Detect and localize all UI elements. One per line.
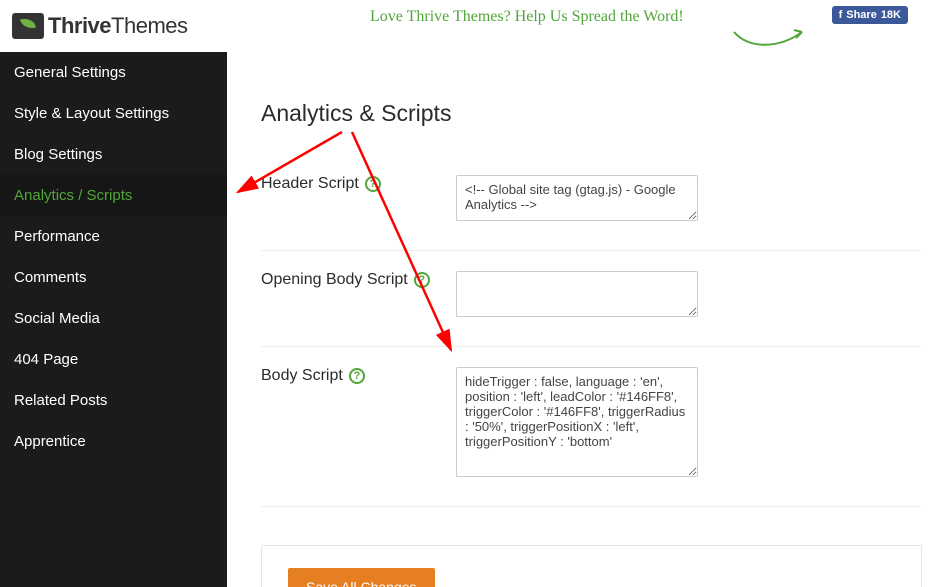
sidebar-item-style-layout[interactable]: Style & Layout Settings: [0, 93, 227, 134]
save-all-changes-button[interactable]: Save All Changes: [288, 568, 435, 587]
tagline-text: Love Thrive Themes? Help Us Spread the W…: [370, 8, 684, 26]
sidebar-item-related-posts[interactable]: Related Posts: [0, 380, 227, 421]
site-header: ThriveThemes Love Thrive Themes? Help Us…: [0, 0, 938, 52]
field-row-header-script: Header Script ?: [261, 155, 922, 251]
header-script-label: Header Script: [261, 175, 359, 193]
field-row-body-script: Body Script ?: [261, 347, 922, 507]
save-panel: Save All Changes: [261, 545, 922, 587]
header-script-textarea[interactable]: [456, 175, 698, 221]
sidebar-item-404-page[interactable]: 404 Page: [0, 339, 227, 380]
sidebar-item-performance[interactable]: Performance: [0, 216, 227, 257]
facebook-icon: f: [839, 9, 843, 21]
opening-body-script-textarea[interactable]: [456, 271, 698, 317]
sidebar-item-social-media[interactable]: Social Media: [0, 298, 227, 339]
sidebar-item-apprentice[interactable]: Apprentice: [0, 421, 227, 462]
help-icon[interactable]: ?: [365, 176, 381, 192]
share-label: Share: [846, 9, 877, 21]
sidebar-item-general-settings[interactable]: General Settings: [0, 52, 227, 93]
opening-body-script-label: Opening Body Script: [261, 271, 408, 289]
body-script-label: Body Script: [261, 367, 343, 385]
facebook-share-button[interactable]: f Share 18K: [832, 6, 908, 24]
sidebar-item-blog-settings[interactable]: Blog Settings: [0, 134, 227, 175]
main-content: Analytics & Scripts Header Script ? Open…: [227, 52, 938, 587]
help-icon[interactable]: ?: [349, 368, 365, 384]
help-icon[interactable]: ?: [414, 272, 430, 288]
swoosh-arrow-icon: [730, 22, 810, 50]
share-count: 18K: [881, 9, 901, 21]
sidebar-item-comments[interactable]: Comments: [0, 257, 227, 298]
settings-sidebar: General Settings Style & Layout Settings…: [0, 52, 227, 587]
brand-logo[interactable]: ThriveThemes: [12, 13, 188, 39]
body-script-textarea[interactable]: [456, 367, 698, 477]
sidebar-item-analytics-scripts[interactable]: Analytics / Scripts: [0, 175, 227, 216]
field-row-opening-body-script: Opening Body Script ?: [261, 251, 922, 347]
brand-text: ThriveThemes: [48, 13, 188, 39]
page-title: Analytics & Scripts: [261, 100, 922, 127]
leaf-monitor-icon: [12, 13, 44, 39]
